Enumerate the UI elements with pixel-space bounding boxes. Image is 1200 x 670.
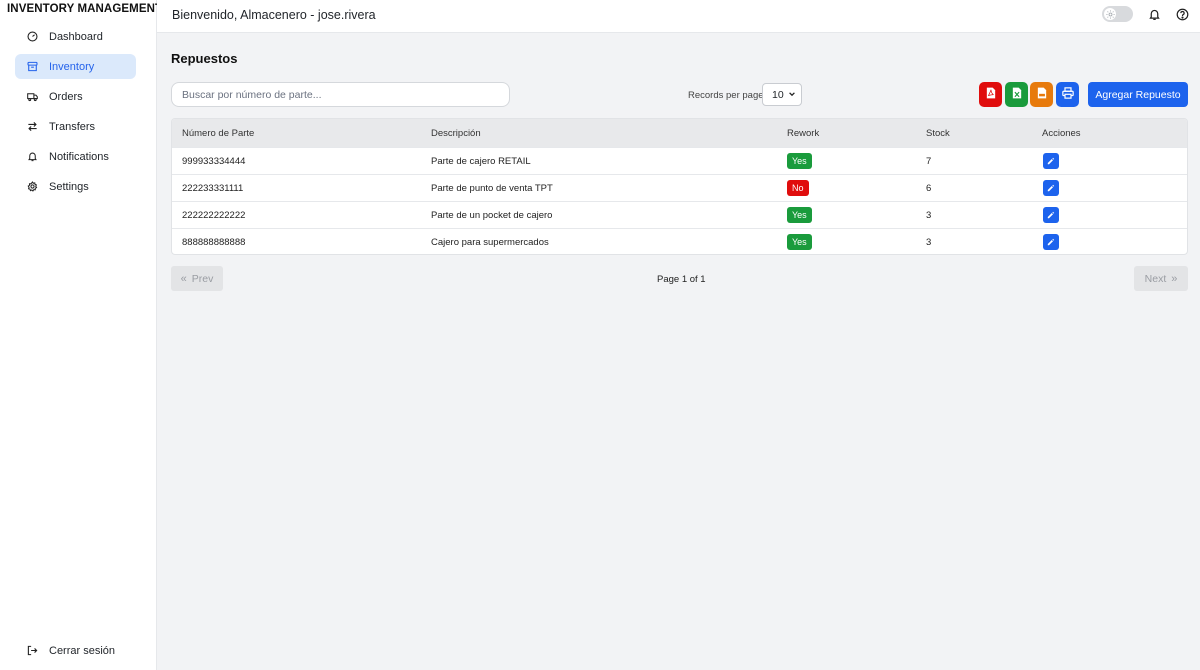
sidebar-item-inventory[interactable]: Inventory xyxy=(15,54,136,79)
theme-toggle[interactable] xyxy=(1102,6,1133,22)
records-per-page-value: 10 xyxy=(772,88,784,101)
next-page-button[interactable]: Next » xyxy=(1134,266,1188,291)
table-header: Número de Parte Descripción Rework Stock… xyxy=(172,119,1187,147)
description-cell: Parte de cajero RETAIL xyxy=(431,156,531,167)
printer-icon xyxy=(1061,86,1074,104)
column-header-stock[interactable]: Stock xyxy=(926,128,950,139)
csv-file-icon xyxy=(1037,86,1047,104)
parts-table: Número de Parte Descripción Rework Stock… xyxy=(171,118,1188,255)
welcome-message: Bienvenido, Almacenero - jose.rivera xyxy=(172,8,376,22)
edit-button[interactable] xyxy=(1043,234,1059,250)
archive-icon xyxy=(15,61,49,72)
part-number-cell: 222233331111 xyxy=(182,183,244,194)
pencil-icon xyxy=(1047,238,1055,246)
logout-icon xyxy=(15,645,49,656)
stock-cell: 3 xyxy=(926,210,932,221)
sidebar-item-notifications[interactable]: Notifications xyxy=(15,144,136,169)
excel-export-button[interactable] xyxy=(1005,82,1028,107)
print-button[interactable] xyxy=(1056,82,1079,107)
bell-icon[interactable] xyxy=(1147,7,1161,21)
page-title: Repuestos xyxy=(171,51,238,66)
records-per-page-select[interactable]: 10 xyxy=(762,83,802,106)
dashboard-icon xyxy=(15,31,49,42)
records-per-page-label: Records per page xyxy=(688,90,764,101)
table-row: 222222222222 Parte de un pocket de cajer… xyxy=(172,201,1187,228)
edit-button[interactable] xyxy=(1043,153,1059,169)
gear-icon xyxy=(15,181,49,192)
description-cell: Parte de un pocket de cajero xyxy=(431,210,553,221)
edit-button[interactable] xyxy=(1043,180,1059,196)
description-cell: Cajero para supermercados xyxy=(431,237,549,248)
rework-badge: Yes xyxy=(787,234,812,250)
table-row: 888888888888 Cajero para supermercados Y… xyxy=(172,228,1187,254)
double-chevron-right-icon: » xyxy=(1171,272,1178,285)
pencil-icon xyxy=(1047,157,1055,165)
column-header-description[interactable]: Descripción xyxy=(431,128,481,139)
sidebar-item-label: Dashboard xyxy=(49,30,103,43)
stock-cell: 3 xyxy=(926,237,932,248)
pencil-icon xyxy=(1047,211,1055,219)
pencil-icon xyxy=(1047,184,1055,192)
sidebar-item-dashboard[interactable]: Dashboard xyxy=(15,24,136,49)
column-header-actions: Acciones xyxy=(1042,128,1081,139)
pdf-export-button[interactable] xyxy=(979,82,1002,107)
stock-cell: 7 xyxy=(926,156,932,167)
double-chevron-left-icon: « xyxy=(180,272,187,285)
rework-badge: Yes xyxy=(787,153,812,169)
sidebar-item-orders[interactable]: Orders xyxy=(15,84,136,109)
edit-button[interactable] xyxy=(1043,207,1059,223)
sidebar-item-label: Transfers xyxy=(49,120,96,133)
sidebar-item-label: Settings xyxy=(49,180,89,193)
app-brand: INVENTORY MANAGEMENT xyxy=(7,3,163,15)
chevron-down-icon xyxy=(788,89,796,101)
add-part-button[interactable]: Agregar Repuesto xyxy=(1088,82,1188,107)
prev-label: Prev xyxy=(191,272,214,285)
next-label: Next xyxy=(1144,272,1167,285)
column-header-rework[interactable]: Rework xyxy=(787,128,819,139)
help-icon[interactable] xyxy=(1175,7,1189,21)
pdf-file-icon xyxy=(986,86,996,104)
sidebar-item-transfers[interactable]: Transfers xyxy=(15,114,136,139)
column-header-part-number[interactable]: Número de Parte xyxy=(182,128,254,139)
prev-page-button[interactable]: « Prev xyxy=(171,266,223,291)
sidebar-item-label: Orders xyxy=(49,90,83,103)
csv-export-button[interactable] xyxy=(1030,82,1053,107)
sidebar-item-label: Notifications xyxy=(49,150,109,163)
part-number-cell: 222222222222 xyxy=(182,210,246,221)
bell-icon xyxy=(15,151,49,162)
logout-button[interactable]: Cerrar sesión xyxy=(15,638,136,663)
part-number-cell: 999933334444 xyxy=(182,156,246,167)
rework-badge: No xyxy=(787,180,809,196)
top-header: Bienvenido, Almacenero - jose.rivera xyxy=(157,0,1200,33)
page-info: Page 1 of 1 xyxy=(657,274,706,285)
description-cell: Parte de punto de venta TPT xyxy=(431,183,553,194)
truck-icon xyxy=(15,91,49,102)
sidebar-item-settings[interactable]: Settings xyxy=(15,174,136,199)
logout-label: Cerrar sesión xyxy=(49,644,116,657)
sidebar-item-label: Inventory xyxy=(49,60,95,73)
stock-cell: 6 xyxy=(926,183,932,194)
rework-badge: Yes xyxy=(787,207,812,223)
table-row: 222233331111 Parte de punto de venta TPT… xyxy=(172,174,1187,201)
search-input[interactable] xyxy=(171,82,510,107)
part-number-cell: 888888888888 xyxy=(182,237,246,248)
transfer-arrows-icon xyxy=(15,121,49,132)
sun-icon xyxy=(1104,8,1116,20)
sidebar: INVENTORY MANAGEMENT Dashboard Inventory… xyxy=(0,0,162,670)
excel-file-icon xyxy=(1012,86,1022,104)
table-row: 999933334444 Parte de cajero RETAIL Yes … xyxy=(172,147,1187,174)
